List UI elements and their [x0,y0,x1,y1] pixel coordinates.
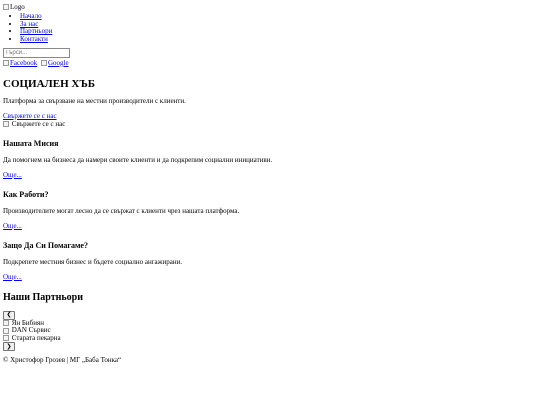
google-link[interactable]: Google [40,58,69,67]
contact-us-button[interactable]: Свържете се с нас [3,112,57,120]
google-label: Google [47,58,69,67]
broken-image-icon [3,320,9,327]
main-nav: Начало За нас Партньори Контакти [3,12,540,44]
card-more-link[interactable]: Още... [3,171,22,179]
card-title: Защо Да Си Помагаме? [3,240,88,250]
card-more-link[interactable]: Още... [3,273,22,281]
logo-alt-text: Logo [10,3,25,11]
hero-subtitle: Платформа за свързване на местни произво… [3,96,186,105]
broken-image-icon [3,121,9,128]
partner-logo-alt: Старата пекарна [11,333,61,342]
google-icon [40,59,47,66]
hero-section: СОЦИАЛЕН ХЪБ Платформа за свързване на м… [3,78,540,128]
hero-image-alt: Свържете се с нас [11,119,66,128]
hero-image: Свържете се с нас [3,120,540,128]
card-text: Подкрепете местния бизнес и бъдете социа… [3,257,183,266]
logo[interactable]: Logo [3,3,25,11]
search-bar [3,47,540,58]
card-mission: Нашата Мисия Да помогнем на бизнеса да н… [3,139,540,179]
card-title: Нашата Мисия [3,138,59,148]
page: Logo Начало За нас Партньори Контакти Fa… [0,0,540,364]
nav-link-contacts[interactable]: Контакти [20,35,48,43]
facebook-icon [3,59,9,66]
social-links: Facebook Google [3,59,540,68]
partner-logo: Старата пекарна [3,333,540,343]
nav-item-contacts: Контакти [20,35,540,44]
card-why-help: Защо Да Си Помагаме? Подкрепете местния … [3,241,540,281]
partners-carousel: ❮ Ян Бибиян DAN Сървис Старата пекарна ❯ [3,310,540,352]
partner-logo: Ян Бибиян [3,319,540,328]
carousel-next-button[interactable]: ❯ [3,342,15,352]
facebook-label: Facebook [10,58,38,67]
partners-section: Наши Партньори ❮ Ян Бибиян DAN Сървис Ст… [3,292,540,352]
card-title: Как Работи? [3,189,49,199]
hero-title: СОЦИАЛЕН ХЪБ [3,77,96,90]
info-cards: Нашата Мисия Да помогнем на бизнеса да н… [3,139,540,281]
card-text: Да помогнем на бизнеса да намери своите … [3,155,273,164]
broken-image-icon [3,335,9,342]
nav-item-about: За нас [20,20,540,29]
broken-image-icon [3,327,9,334]
card-text: Производителите могат лесно да се свържа… [3,206,240,215]
nav-item-partners: Партньори [20,28,540,36]
card-how-it-works: Как Работи? Производителите могат лесно … [3,190,540,230]
partners-title: Наши Партньори [3,291,83,303]
footer-text: © Христофор Грозев | МГ „Баба Тонка“ [3,356,122,365]
facebook-link[interactable]: Facebook [3,59,37,67]
broken-image-icon [3,4,9,10]
site-header: Logo Начало За нас Партньори Контакти Fa… [3,3,540,68]
partner-logo: DAN Сървис [3,327,540,335]
site-footer: © Христофор Грозев | МГ „Баба Тонка“ [3,356,540,364]
card-more-link[interactable]: Още... [3,222,22,230]
nav-item-home: Начало [20,12,540,21]
search-input[interactable] [3,47,70,58]
